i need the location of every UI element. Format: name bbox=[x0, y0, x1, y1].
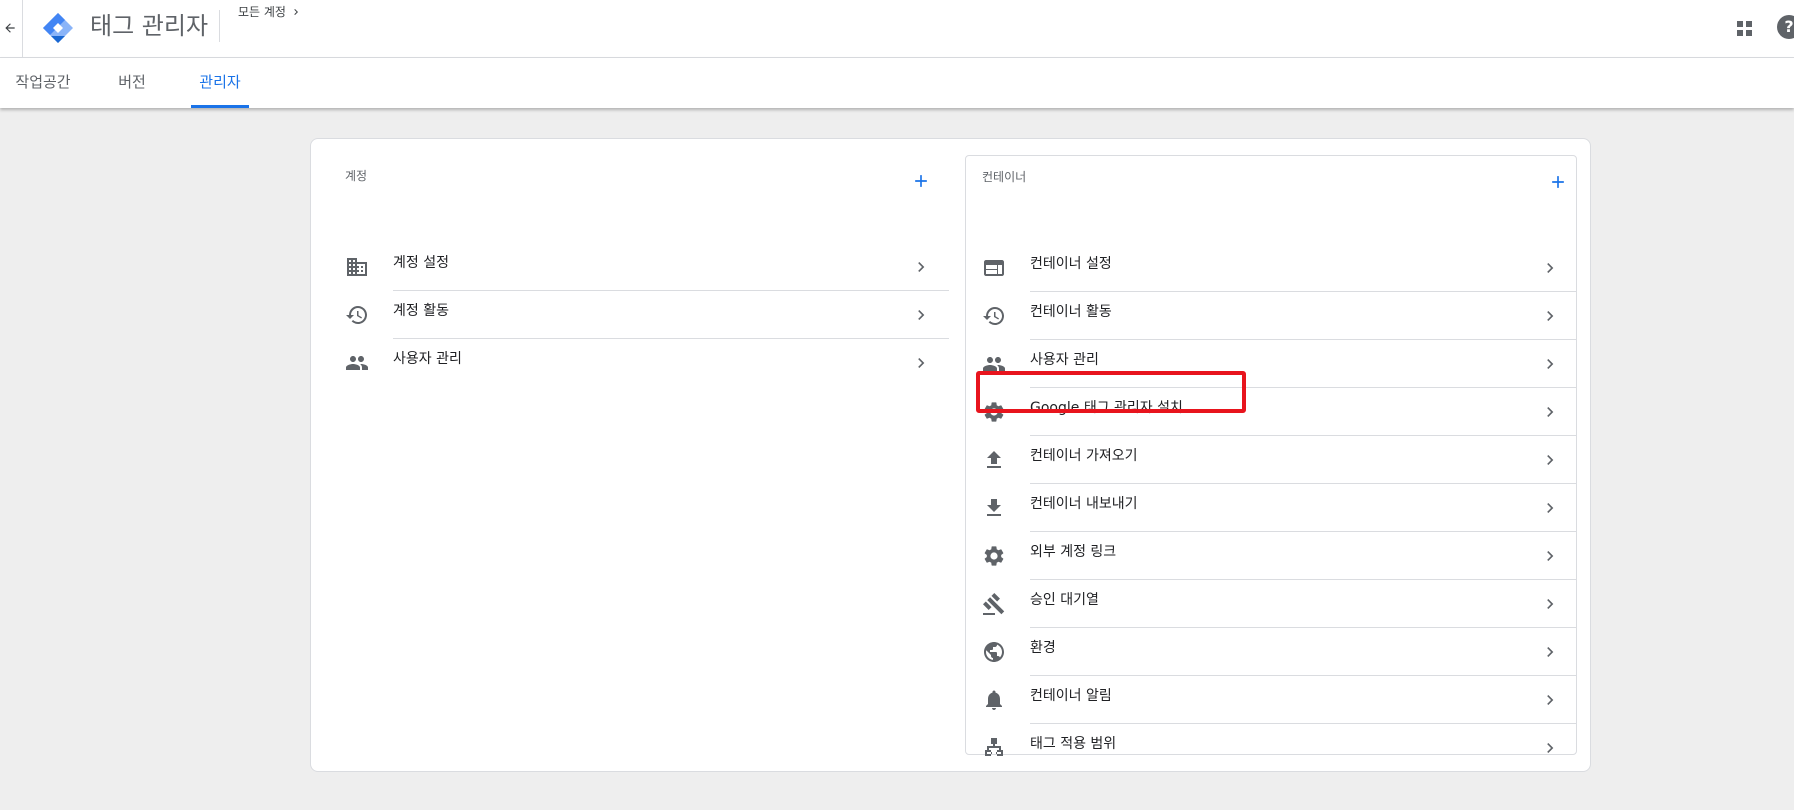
menu-item-label: 컨테이너 가져오기 bbox=[1030, 448, 1138, 464]
tag-coverage-row[interactable]: 태그 적용 범위 bbox=[966, 724, 1576, 772]
import-container-row[interactable]: 컨테이너 가져오기 bbox=[966, 436, 1576, 484]
back-arrow-icon[interactable] bbox=[0, 14, 20, 42]
environments-row[interactable]: 환경 bbox=[966, 628, 1576, 676]
add-account-button[interactable] bbox=[909, 171, 933, 195]
chevron-right-icon bbox=[1547, 647, 1554, 657]
container-activity-row[interactable]: 컨테이너 활동 bbox=[966, 292, 1576, 340]
title-divider bbox=[219, 10, 220, 42]
people-icon bbox=[983, 357, 1005, 371]
approval-queue-row[interactable]: 승인 대기열 bbox=[966, 580, 1576, 628]
tag-manager-logo-icon[interactable] bbox=[40, 10, 76, 46]
menu-item-label: 컨테이너 내보내기 bbox=[1030, 496, 1138, 512]
chevron-right-icon bbox=[1547, 551, 1554, 561]
container-settings-row[interactable]: 컨테이너 설정 bbox=[966, 244, 1576, 292]
chevron-right-icon bbox=[1547, 263, 1554, 273]
top-app-bar: 태그 관리자 모든 계정 ? bbox=[0, 0, 1794, 58]
account-user-management-row[interactable]: 사용자 관리 bbox=[329, 339, 949, 387]
divider bbox=[22, 0, 23, 58]
plus-icon bbox=[1552, 176, 1564, 188]
history-icon bbox=[346, 306, 367, 324]
chevron-right-icon bbox=[1547, 503, 1554, 513]
menu-item-label: 외부 계정 링크 bbox=[1030, 544, 1117, 560]
chevron-right-icon bbox=[1547, 743, 1554, 753]
bell-icon bbox=[986, 690, 1002, 710]
globe-icon bbox=[984, 642, 1004, 662]
chevron-right-icon bbox=[918, 262, 925, 272]
admin-card: 계정 계정 설정 계정 활동 사용자 관리 컨테이너 컨테이너 설정 컨테이너 … bbox=[310, 138, 1591, 772]
account-settings-row[interactable]: 계정 설정 bbox=[329, 243, 949, 291]
tab-workspace[interactable]: 작업공간 bbox=[8, 58, 78, 108]
container-user-management-row[interactable]: 사용자 관리 bbox=[966, 340, 1576, 388]
menu-item-label: 컨테이너 활동 bbox=[1030, 304, 1112, 320]
container-column: 컨테이너 컨테이너 설정 컨테이너 활동 사용자 관리 Google 태그 관리… bbox=[965, 155, 1577, 756]
chevron-right-icon bbox=[1547, 695, 1554, 705]
export-container-row[interactable]: 컨테이너 내보내기 bbox=[966, 484, 1576, 532]
account-column: 계정 계정 설정 계정 활동 사용자 관리 bbox=[329, 155, 949, 755]
menu-item-label: 환경 bbox=[1030, 640, 1056, 656]
menu-item-label: 컨테이너 설정 bbox=[1030, 256, 1112, 272]
help-icon[interactable]: ? bbox=[1777, 15, 1794, 39]
account-menu: 계정 설정 계정 활동 사용자 관리 bbox=[329, 243, 949, 387]
external-account-links-row[interactable]: 외부 계정 링크 bbox=[966, 532, 1576, 580]
menu-item-label: 사용자 관리 bbox=[393, 351, 462, 367]
install-gtm-row[interactable]: Google 태그 관리자 설치 bbox=[966, 388, 1576, 436]
menu-item-label: Google 태그 관리자 설치 bbox=[1030, 400, 1183, 416]
chevron-right-icon bbox=[1547, 359, 1554, 369]
breadcrumb-all-accounts[interactable]: 모든 계정 bbox=[238, 3, 286, 20]
tab-versions[interactable]: 버전 bbox=[108, 58, 156, 108]
breadcrumb[interactable]: 모든 계정 bbox=[238, 3, 302, 20]
menu-item-label: 계정 활동 bbox=[393, 303, 449, 319]
chevron-right-icon bbox=[294, 8, 298, 15]
account-column-label: 계정 bbox=[345, 169, 368, 183]
menu-item-label: 컨테이너 알림 bbox=[1030, 688, 1112, 704]
account-activity-row[interactable]: 계정 활동 bbox=[329, 291, 949, 339]
history-icon bbox=[983, 307, 1004, 325]
sitemap-icon bbox=[985, 738, 1003, 756]
gavel-icon bbox=[983, 593, 1005, 615]
gear-icon bbox=[984, 546, 1004, 566]
container-notifications-row[interactable]: 컨테이너 알림 bbox=[966, 676, 1576, 724]
menu-item-label: 계정 설정 bbox=[393, 255, 449, 271]
people-icon bbox=[346, 356, 368, 370]
menu-item-label: 태그 적용 범위 bbox=[1030, 736, 1117, 752]
tab-admin[interactable]: 관리자 bbox=[191, 58, 249, 108]
add-container-button[interactable] bbox=[1546, 172, 1570, 196]
container-column-label: 컨테이너 bbox=[982, 170, 1027, 184]
chevron-right-icon bbox=[1547, 599, 1554, 609]
building-icon bbox=[347, 258, 367, 276]
chevron-right-icon bbox=[1547, 311, 1554, 321]
upload-icon bbox=[987, 451, 1001, 468]
apps-grid-icon[interactable] bbox=[1734, 18, 1756, 40]
chevron-right-icon bbox=[918, 358, 925, 368]
menu-item-label: 승인 대기열 bbox=[1030, 592, 1099, 608]
gear-icon bbox=[984, 402, 1004, 422]
download-icon bbox=[987, 499, 1001, 516]
web-window-icon bbox=[984, 260, 1004, 276]
tab-bar: 작업공간 버전 관리자 bbox=[0, 58, 1794, 108]
app-title: 태그 관리자 bbox=[90, 12, 209, 40]
container-menu: 컨테이너 설정 컨테이너 활동 사용자 관리 Google 태그 관리자 설치 bbox=[966, 244, 1576, 772]
plus-icon bbox=[915, 175, 927, 187]
chevron-right-icon bbox=[918, 310, 925, 320]
chevron-right-icon bbox=[1547, 455, 1554, 465]
chevron-right-icon bbox=[1547, 407, 1554, 417]
menu-item-label: 사용자 관리 bbox=[1030, 352, 1099, 368]
